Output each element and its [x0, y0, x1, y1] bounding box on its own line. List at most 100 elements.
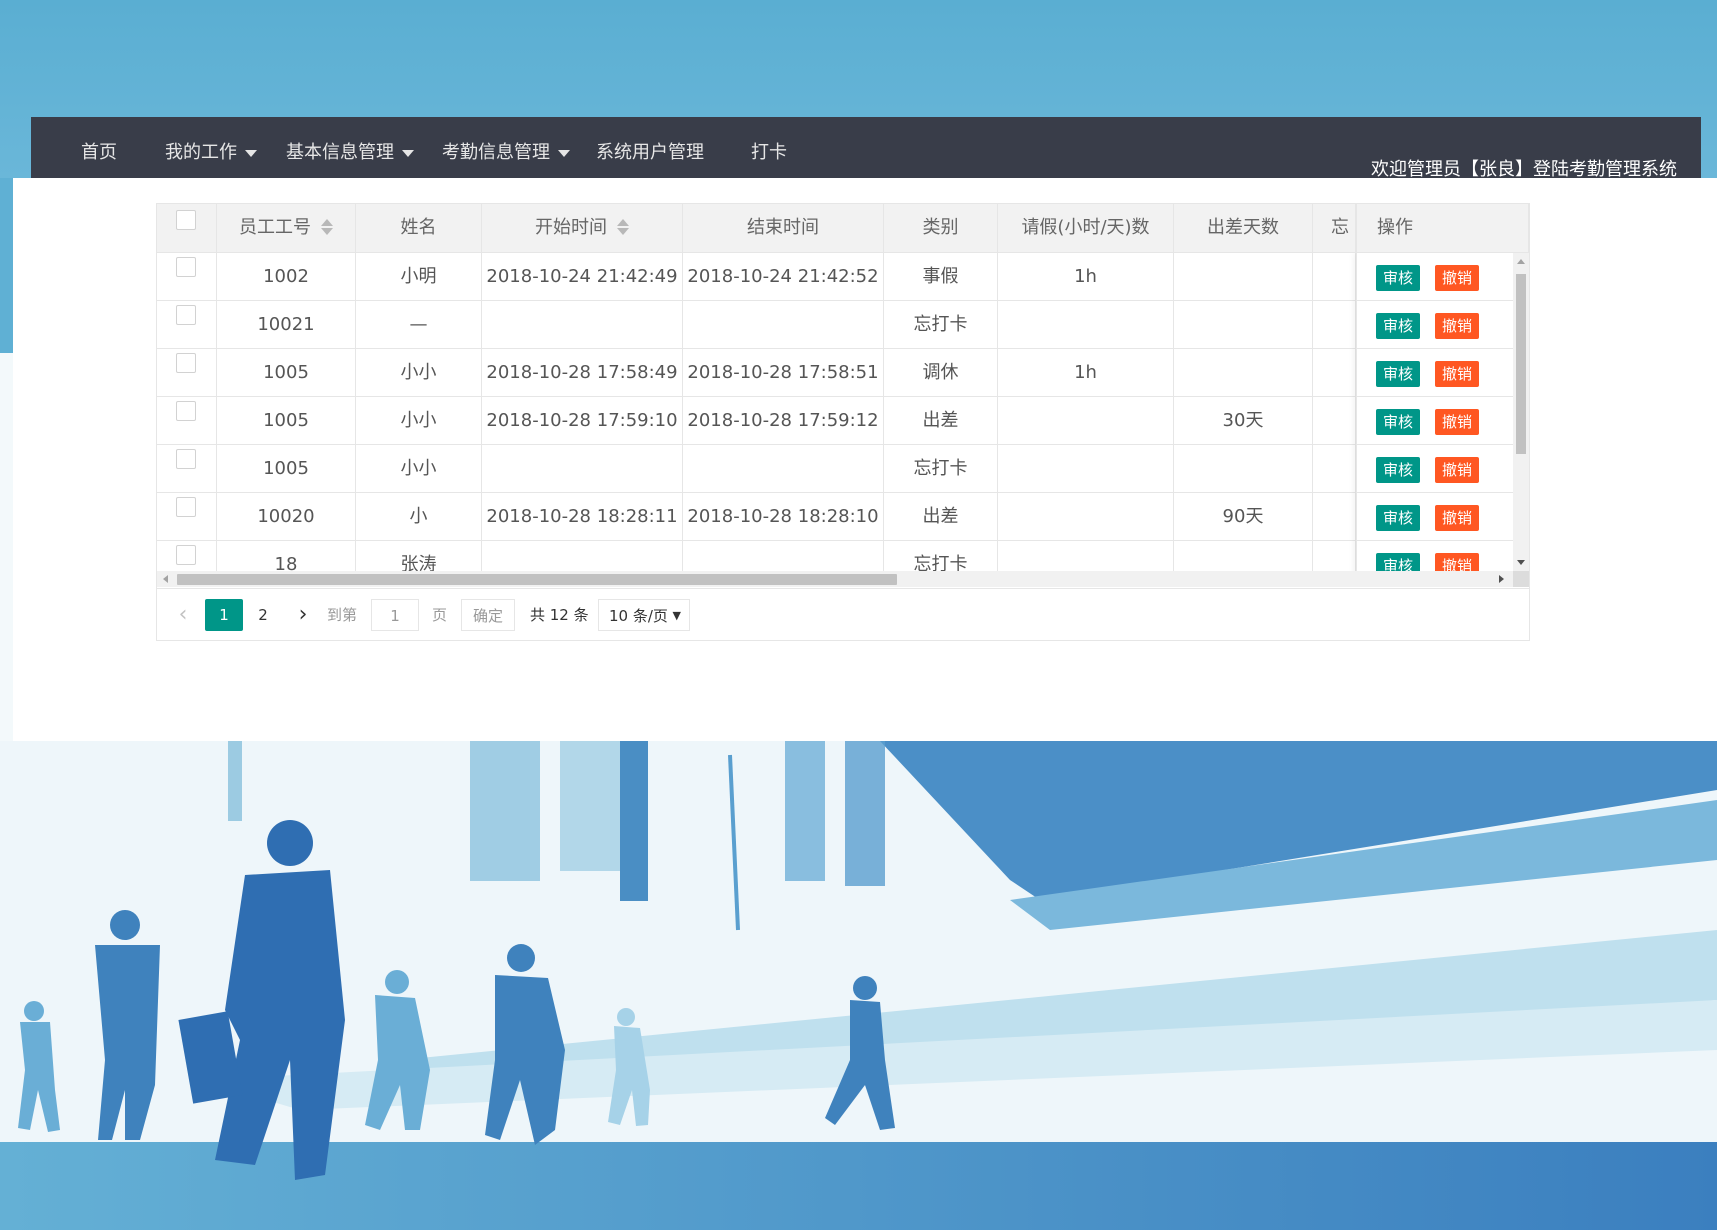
header-truncated: 忘: [1313, 204, 1356, 252]
page-2-button[interactable]: 2: [251, 599, 275, 631]
cell-type: 调休: [884, 349, 998, 396]
nav-attendance-info[interactable]: 考勤信息管理: [442, 141, 570, 165]
cell-leave: [998, 445, 1174, 492]
cell-name: 张涛: [356, 541, 482, 571]
attendance-table: 员工工号 姓名 开始时间 结束时间 类别 请假(小时/天)数 出差天数 忘 操作…: [156, 203, 1530, 641]
cell-end: [683, 541, 884, 571]
goto-confirm-button[interactable]: 确定: [461, 599, 515, 631]
table-row: 1005 小小 2018-10-28 17:58:49 2018-10-28 17:5…: [157, 349, 1513, 397]
table-row: 1005 小小 2018-10-28 17:59:10 2018-10-28 17:5…: [157, 397, 1513, 445]
cell-type: 出差: [884, 397, 998, 444]
nav-system-users[interactable]: 系统用户管理: [596, 141, 704, 165]
pagination: ‹ 1 2 › 到第 1 页 确定 共 12 条 10 条/页 ▼: [157, 588, 1529, 640]
sort-icon[interactable]: [321, 218, 333, 236]
ops-row: 审核 撤销: [1357, 253, 1513, 301]
cancel-button[interactable]: 撤销: [1435, 265, 1479, 291]
header-end: 结束时间: [683, 204, 884, 252]
nav-home-label: 首页: [81, 142, 117, 163]
table-header: 员工工号 姓名 开始时间 结束时间 类别 请假(小时/天)数 出差天数 忘 操作: [157, 204, 1529, 253]
nav-my-work[interactable]: 我的工作: [165, 141, 257, 165]
cell-type: 事假: [884, 253, 998, 300]
cell-end: [683, 445, 884, 492]
page-1-button[interactable]: 1: [205, 599, 243, 631]
header-select-all-cell: [157, 204, 217, 252]
nav-basic-info-label: 基本信息管理: [286, 142, 394, 163]
cell-type: 忘打卡: [884, 541, 998, 571]
ops-row: 审核 撤销: [1357, 349, 1513, 397]
cell-leave: [998, 493, 1174, 540]
row-checkbox[interactable]: [176, 449, 196, 469]
scroll-up-icon[interactable]: [1517, 259, 1525, 264]
header-trip-label: 出差天数: [1207, 217, 1279, 238]
cell-emp-no: 10021: [217, 301, 356, 348]
row-select-cell: [157, 253, 217, 300]
goto-label: 到第: [327, 606, 358, 624]
header-ops-label: 操作: [1377, 217, 1413, 238]
audit-button[interactable]: 审核: [1376, 457, 1420, 483]
audit-button[interactable]: 审核: [1376, 361, 1420, 387]
row-checkbox[interactable]: [176, 257, 196, 277]
nav-basic-info[interactable]: 基本信息管理: [286, 141, 414, 165]
header-leave: 请假(小时/天)数: [998, 204, 1174, 252]
nav-home[interactable]: 首页: [81, 141, 117, 165]
audit-button[interactable]: 审核: [1376, 553, 1420, 571]
horizontal-scroll-thumb[interactable]: [177, 574, 897, 585]
nav-clock-in[interactable]: 打卡: [751, 141, 787, 165]
scroll-left-icon[interactable]: [163, 575, 168, 583]
audit-button[interactable]: 审核: [1376, 265, 1420, 291]
cell-leave: [998, 541, 1174, 571]
cell-truncated: [1313, 253, 1356, 300]
cell-trip: [1174, 253, 1313, 300]
header-end-label: 结束时间: [747, 217, 819, 238]
cancel-button[interactable]: 撤销: [1435, 409, 1479, 435]
cell-name: 小: [356, 493, 482, 540]
cancel-button[interactable]: 撤销: [1435, 457, 1479, 483]
cell-leave: 1h: [998, 253, 1174, 300]
page-size-select[interactable]: 10 条/页 ▼: [598, 599, 690, 631]
cell-start: 2018-10-28 18:28:11: [482, 493, 683, 540]
ops-row: 审核 撤销: [1357, 397, 1513, 445]
scrollbar-corner: [1513, 571, 1529, 587]
goto-page-input[interactable]: 1: [371, 599, 419, 631]
header-start[interactable]: 开始时间: [482, 204, 683, 252]
cell-name: —: [356, 301, 482, 348]
cancel-button[interactable]: 撤销: [1435, 361, 1479, 387]
header-name: 姓名: [356, 204, 482, 252]
cell-end: 2018-10-24 21:42:52: [683, 253, 884, 300]
row-checkbox[interactable]: [176, 401, 196, 421]
cancel-button[interactable]: 撤销: [1435, 313, 1479, 339]
vertical-scroll-thumb[interactable]: [1516, 274, 1526, 454]
cell-emp-no: 1005: [217, 349, 356, 396]
scroll-down-icon[interactable]: [1517, 560, 1525, 565]
audit-button[interactable]: 审核: [1376, 409, 1420, 435]
cancel-button[interactable]: 撤销: [1435, 553, 1479, 571]
cancel-button[interactable]: 撤销: [1435, 505, 1479, 531]
nav-attendance-info-label: 考勤信息管理: [442, 142, 550, 163]
row-checkbox[interactable]: [176, 545, 196, 565]
row-checkbox[interactable]: [176, 497, 196, 517]
header-emp-no[interactable]: 员工工号: [217, 204, 356, 252]
sort-icon[interactable]: [617, 218, 629, 236]
row-select-cell: [157, 397, 217, 444]
nav-system-users-label: 系统用户管理: [596, 142, 704, 163]
row-checkbox[interactable]: [176, 353, 196, 373]
cell-trip: 30天: [1174, 397, 1313, 444]
scroll-right-icon[interactable]: [1499, 575, 1504, 583]
cell-start: 2018-10-28 17:59:10: [482, 397, 683, 444]
caret-down-icon: [558, 149, 570, 157]
row-checkbox[interactable]: [176, 305, 196, 325]
horizontal-scrollbar[interactable]: [157, 571, 1513, 587]
prev-page-button[interactable]: ‹: [173, 599, 193, 631]
select-all-checkbox[interactable]: [176, 210, 196, 230]
audit-button[interactable]: 审核: [1376, 505, 1420, 531]
vertical-scrollbar[interactable]: [1513, 253, 1529, 571]
audit-button[interactable]: 审核: [1376, 313, 1420, 339]
ops-row: 审核 撤销: [1357, 541, 1513, 571]
table-row: 18 张涛 忘打卡: [157, 541, 1513, 571]
cell-trip: [1174, 301, 1313, 348]
cell-truncated: [1313, 301, 1356, 348]
cell-start: [482, 301, 683, 348]
cell-truncated: [1313, 445, 1356, 492]
next-page-button[interactable]: ›: [293, 599, 313, 631]
cell-truncated: [1313, 349, 1356, 396]
